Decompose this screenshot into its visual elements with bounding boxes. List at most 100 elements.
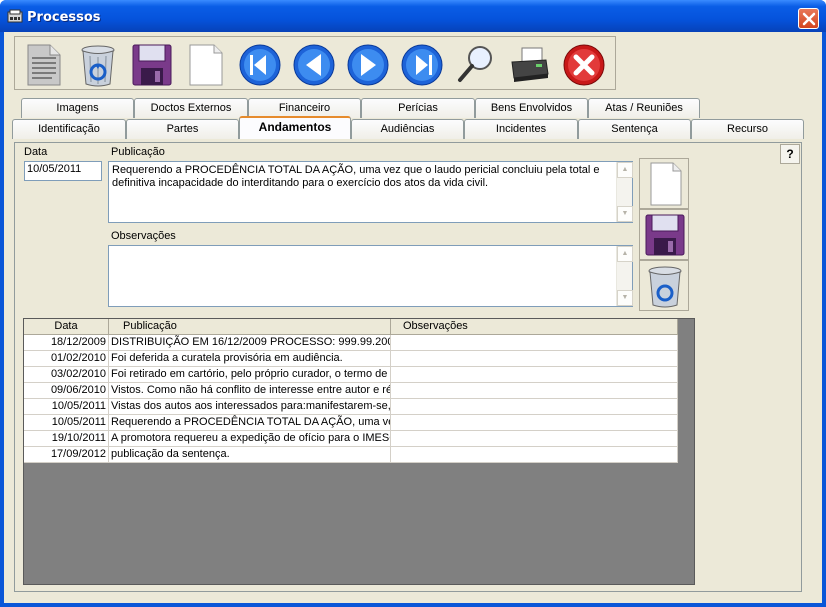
- window-title: Processos: [27, 10, 101, 25]
- cell-publicacao[interactable]: Vistos. Como não há conflito de interess…: [109, 383, 391, 398]
- cell-observacoes[interactable]: [391, 335, 678, 350]
- save-floppy-icon: [132, 44, 172, 86]
- cell-observacoes[interactable]: [391, 415, 678, 430]
- new-entry-button[interactable]: [639, 158, 689, 209]
- cell-observacoes[interactable]: [391, 351, 678, 366]
- table-row[interactable]: 03/02/2010 Foi retirado em cartório, pelo…: [24, 367, 678, 383]
- tab-sentenca[interactable]: Sentença: [578, 119, 691, 139]
- tab-row-2: Identificação Partes Andamentos Audiênci…: [4, 116, 822, 139]
- publicacao-scrollbar[interactable]: ▲ ▼: [616, 162, 633, 222]
- delete-button[interactable]: [70, 38, 124, 89]
- next-record-button[interactable]: [340, 38, 394, 89]
- tab-identificacao[interactable]: Identificação: [12, 119, 126, 139]
- title-bar[interactable]: Processos: [0, 0, 826, 32]
- cell-data[interactable]: 17/09/2012: [24, 447, 109, 462]
- cell-observacoes[interactable]: [391, 447, 678, 462]
- save-floppy-icon: [645, 214, 685, 256]
- table-row[interactable]: 01/02/2010 Foi deferida a curatela provis…: [24, 351, 678, 367]
- close-icon: [802, 12, 816, 26]
- cell-publicacao[interactable]: Requerendo a PROCEDÊNCIA TOTAL DA AÇÃO, …: [109, 415, 391, 430]
- publicacao-label: Publicação: [111, 146, 165, 158]
- cell-publicacao[interactable]: Foi retirado em cartório, pelo próprio c…: [109, 367, 391, 382]
- scroll-down-icon[interactable]: ▼: [617, 206, 633, 222]
- recycle-bin-icon: [648, 266, 682, 308]
- cell-publicacao[interactable]: DISTRIBUIÇÃO EM 16/12/2009 PROCESSO: 999…: [109, 335, 391, 350]
- observacoes-field[interactable]: ▲ ▼: [108, 245, 633, 307]
- tab-partes[interactable]: Partes: [126, 119, 239, 139]
- app-window: Processos Imagens Doctos Externos Financ…: [0, 0, 826, 607]
- scroll-up-icon[interactable]: ▲: [617, 162, 633, 178]
- tab-andamentos[interactable]: Andamentos: [239, 116, 351, 139]
- cell-publicacao[interactable]: publicação da sentença.: [109, 447, 391, 462]
- scroll-down-icon[interactable]: ▼: [617, 290, 633, 306]
- tab-doctos-externos[interactable]: Doctos Externos: [134, 98, 248, 118]
- data-label: Data: [24, 146, 48, 158]
- toolbar: [14, 36, 616, 90]
- new-document-button[interactable]: [16, 38, 70, 89]
- last-record-button[interactable]: [394, 38, 448, 89]
- tab-imagens[interactable]: Imagens: [21, 98, 134, 118]
- cell-data[interactable]: 18/12/2009: [24, 335, 109, 350]
- tab-bens-envolvidos[interactable]: Bens Envolvidos: [475, 98, 588, 118]
- cell-observacoes[interactable]: [391, 367, 678, 382]
- first-record-icon: [239, 44, 281, 86]
- tab-atas-reunioes[interactable]: Atas / Reuniões: [588, 98, 700, 118]
- cell-observacoes[interactable]: [391, 399, 678, 414]
- help-button[interactable]: ?: [780, 144, 800, 164]
- search-magnifier-icon: [458, 46, 492, 82]
- table-row[interactable]: 10/05/2011 Vistas dos autos aos interessa…: [24, 399, 678, 415]
- cancel-button[interactable]: [556, 38, 610, 89]
- table-row[interactable]: 18/12/2009 DISTRIBUIÇÃO EM 16/12/2009 PRO…: [24, 335, 678, 351]
- save-entry-button[interactable]: [639, 209, 689, 260]
- observacoes-label: Observações: [111, 230, 176, 242]
- cell-data[interactable]: 09/06/2010: [24, 383, 109, 398]
- cell-data[interactable]: 19/10/2011: [24, 431, 109, 446]
- table-row[interactable]: 10/05/2011 Requerendo a PROCEDÊNCIA TOTAL…: [24, 415, 678, 431]
- search-button[interactable]: [448, 38, 502, 89]
- tab-audiencias[interactable]: Audiências: [351, 119, 464, 139]
- next-record-icon: [347, 44, 389, 86]
- tab-financeiro[interactable]: Financeiro: [248, 98, 361, 118]
- cell-publicacao[interactable]: Vistas dos autos aos interessados para:m…: [109, 399, 391, 414]
- blank-page-icon: [650, 162, 682, 206]
- table-row[interactable]: 19/10/2011 A promotora requereu a expediç…: [24, 431, 678, 447]
- tab-recurso[interactable]: Recurso: [691, 119, 804, 139]
- last-record-icon: [401, 44, 443, 86]
- delete-entry-button[interactable]: [639, 260, 689, 311]
- app-icon: [7, 9, 23, 23]
- previous-record-button[interactable]: [286, 38, 340, 89]
- observacoes-scrollbar[interactable]: ▲ ▼: [616, 246, 633, 306]
- tab-pericias[interactable]: Perícias: [361, 98, 475, 118]
- cancel-icon: [563, 44, 605, 86]
- client-area: Imagens Doctos Externos Financeiro Períc…: [4, 32, 822, 603]
- column-header-observacoes[interactable]: Observações: [391, 319, 678, 335]
- cell-data[interactable]: 10/05/2011: [24, 399, 109, 414]
- table-row[interactable]: 17/09/2012 publicação da sentença.: [24, 447, 678, 463]
- cell-observacoes[interactable]: [391, 431, 678, 446]
- data-field[interactable]: 10/05/2011: [24, 161, 102, 181]
- cell-data[interactable]: 01/02/2010: [24, 351, 109, 366]
- publicacao-field[interactable]: Requerendo a PROCEDÊNCIA TOTAL DA AÇÃO, …: [108, 161, 633, 223]
- new-document-icon: [27, 44, 61, 86]
- publicacao-text: Requerendo a PROCEDÊNCIA TOTAL DA AÇÃO, …: [112, 164, 600, 189]
- print-button[interactable]: [502, 38, 556, 89]
- tab-incidentes[interactable]: Incidentes: [464, 119, 578, 139]
- cell-observacoes[interactable]: [391, 383, 678, 398]
- cell-data[interactable]: 03/02/2010: [24, 367, 109, 382]
- column-header-publicacao[interactable]: Publicação: [109, 319, 391, 335]
- cell-publicacao[interactable]: Foi deferida a curatela provisória em au…: [109, 351, 391, 366]
- cell-data[interactable]: 10/05/2011: [24, 415, 109, 430]
- printer-icon: [511, 47, 549, 82]
- save-button[interactable]: [124, 38, 178, 89]
- blank-page-icon: [189, 44, 223, 86]
- first-record-button[interactable]: [232, 38, 286, 89]
- previous-record-icon: [293, 44, 335, 86]
- recycle-bin-icon: [81, 45, 115, 87]
- column-header-data[interactable]: Data: [24, 319, 109, 335]
- scroll-up-icon[interactable]: ▲: [617, 246, 633, 262]
- grid-header: Data Publicação Observações: [24, 319, 678, 335]
- new-blank-button[interactable]: [178, 38, 232, 89]
- cell-publicacao[interactable]: A promotora requereu a expedição de ofíc…: [109, 431, 391, 446]
- table-row[interactable]: 09/06/2010 Vistos. Como não há conflito d…: [24, 383, 678, 399]
- window-close-button[interactable]: [798, 8, 819, 29]
